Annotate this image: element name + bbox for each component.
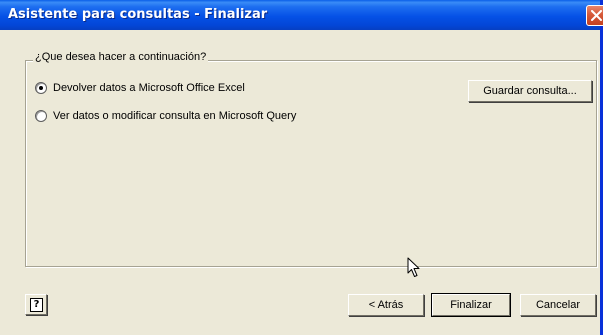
- mouse-pointer-icon: [407, 257, 420, 277]
- radio-open-in-query[interactable]: [35, 110, 47, 122]
- option-open-in-query[interactable]: Ver datos o modificar consulta en Micros…: [35, 110, 296, 122]
- help-button[interactable]: ?: [25, 294, 47, 315]
- wizard-dialog: Asistente para consultas - Finalizar ¿Qu…: [0, 0, 603, 335]
- radio-return-to-excel[interactable]: [35, 82, 47, 94]
- close-button[interactable]: [586, 5, 603, 26]
- radio-selected-dot: [39, 86, 43, 90]
- back-button[interactable]: < Atrás: [348, 294, 424, 316]
- option-open-in-query-label: Ver datos o modificar consulta en Micros…: [53, 110, 297, 122]
- title-bar[interactable]: Asistente para consultas - Finalizar: [0, 0, 603, 30]
- save-query-button[interactable]: Guardar consulta...: [468, 80, 592, 102]
- option-return-to-excel-label: Devolver datos a Microsoft Office Excel: [53, 82, 245, 94]
- group-legend: ¿Que desea hacer a continuación?: [33, 51, 209, 63]
- option-return-to-excel[interactable]: Devolver datos a Microsoft Office Excel: [35, 82, 245, 94]
- cancel-button[interactable]: Cancelar: [520, 294, 596, 316]
- window-title: Asistente para consultas - Finalizar: [8, 7, 268, 22]
- help-icon: ?: [30, 298, 43, 312]
- close-icon: [591, 10, 602, 21]
- finish-button[interactable]: Finalizar: [431, 293, 511, 317]
